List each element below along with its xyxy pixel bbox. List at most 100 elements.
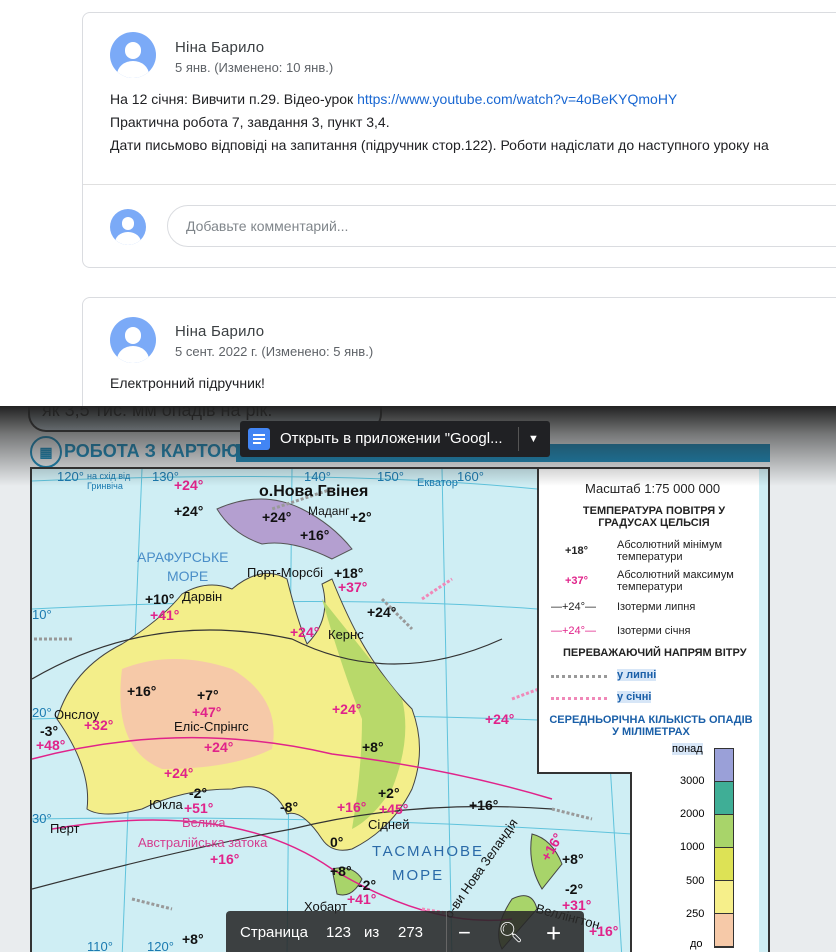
map-label: 20° (32, 705, 52, 720)
avatar (110, 317, 156, 363)
precip-color-band (715, 847, 733, 881)
post-author: Ніна Барило (175, 39, 265, 56)
map-label: 120° (57, 469, 84, 484)
legend-wind-jul-arrow (551, 675, 607, 678)
post-author: Ніна Барило (175, 323, 265, 340)
map-label: Екватор (417, 477, 458, 489)
map-label: +45° (379, 801, 409, 817)
legend-min-symbol: +18° (565, 545, 589, 557)
map-label: +24° (262, 509, 292, 525)
legend-wind-jul: у липні (617, 669, 657, 681)
map-label: -2° (189, 785, 208, 801)
map-label: +51° (184, 800, 214, 816)
post-card: Ніна Барило 5 сент. 2022 г. (Изменено: 5… (82, 297, 836, 406)
precip-color-band (715, 781, 733, 815)
legend-jan-label: Ізотерми січня (617, 625, 691, 637)
map-legend: Масштаб 1:75 000 000 ТЕМПЕРАТУРА ПОВІТРЯ… (537, 469, 759, 774)
zoom-in-icon[interactable]: + (546, 911, 561, 952)
map-label: Кернс (328, 627, 364, 642)
post-date: 5 янв. (Изменено: 10 янв.) (175, 60, 334, 75)
map-label: +24° (174, 503, 204, 519)
map-label: +16° (469, 797, 499, 813)
precip-color-band (715, 814, 733, 848)
comment-input[interactable]: Добавьте комментарий... (167, 205, 836, 247)
page-navigator: Страница 123 из 273 − 🔍︎ + (226, 911, 584, 952)
map-label: Порт-Морсбі (247, 565, 324, 580)
comment-avatar (110, 209, 146, 245)
map-label: +2° (350, 509, 372, 525)
precip-tick: 250 (686, 908, 705, 920)
map-label: -2° (565, 881, 584, 897)
open-in-app-banner[interactable]: Открыть в приложении "Googl... ▼ (240, 421, 550, 457)
legend-max-label: Абсолютний максимум температури (617, 569, 734, 593)
post-text-line: Дати письмово відповіді на запитання (пі… (110, 137, 769, 153)
section-title-text: РОБОТА З КАРТОЮ (64, 440, 240, 461)
legend-wind-title: ПЕРЕВАЖАЮЧИЙ НАПРЯМ ВІТРУ (563, 647, 747, 659)
map-label: +24° (367, 604, 397, 620)
post-text-line: Електронний підручник! (110, 375, 265, 391)
google-docs-icon (248, 428, 270, 450)
map-label: Еліс-Спрінгс (174, 719, 249, 734)
divider (83, 184, 836, 185)
map-label: +24° (485, 711, 515, 727)
open-in-app-label: Открыть в приложении "Googl... (280, 430, 503, 447)
map-label: МОРЕ (392, 867, 445, 884)
map-icon: ▦ (30, 436, 62, 468)
map-label: -3° (40, 723, 59, 739)
map-label: -8° (280, 799, 299, 815)
precip-color-band (715, 913, 733, 947)
post-card: Ніна Барило 5 янв. (Изменено: 10 янв.) Н… (82, 12, 836, 268)
map-label: Перт (50, 821, 80, 836)
map-label: +16° (337, 799, 367, 815)
map-label: АРАФУРСЬКЕ (137, 549, 229, 565)
map-label: +10° (145, 591, 175, 607)
map-label: +48° (36, 737, 66, 753)
map-label: +16° (589, 923, 619, 939)
map-label: +24° (164, 765, 194, 781)
map-label: Австралійська затока (138, 835, 268, 850)
precip-tick: 500 (686, 875, 705, 887)
map-label: +8° (330, 863, 352, 879)
precip-scale: понад 3000 2000 1000 500 250 до (630, 743, 759, 952)
map-label: 140° (304, 469, 331, 484)
map-label: Маданг (308, 504, 350, 518)
legend-precip-title: СЕРЕДНЬОРІЧНА КІЛЬКІСТЬ ОПАДІВ У МІЛІМЕТ… (549, 714, 753, 738)
legend-jul-label: Ізотерми липня (617, 601, 696, 613)
precip-color-band (715, 880, 733, 914)
map-label: +16° (127, 683, 157, 699)
map-label: +41° (150, 607, 180, 623)
map-label: о.Нова Гвінея (259, 483, 369, 500)
map-label: +24° (204, 739, 234, 755)
map-label: 150° (377, 469, 404, 484)
zoom-icon[interactable]: 🔍︎ (498, 911, 523, 952)
map-label: 10° (32, 607, 52, 622)
map-label: 0° (330, 834, 344, 850)
legend-scale: Масштаб 1:75 000 000 (585, 481, 721, 496)
chevron-down-icon[interactable]: ▼ (528, 421, 539, 457)
map-label: МОРЕ (167, 568, 209, 584)
precip-tick: 1000 (680, 841, 705, 853)
map-label: +24° (332, 701, 362, 717)
map-label: Дарвін (182, 589, 223, 604)
zoom-out-icon[interactable]: − (458, 911, 471, 952)
classroom-feed: Ніна Барило 5 янв. (Изменено: 10 янв.) Н… (0, 0, 836, 406)
legend-wind-jan-arrow (551, 697, 607, 700)
map-label: Сідней (368, 817, 410, 832)
precip-tick: до (690, 938, 703, 950)
youtube-link[interactable]: https://www.youtube.com/watch?v=4oBeKYQm… (357, 91, 677, 107)
map-label: +32° (84, 717, 114, 733)
page-total: 273 (398, 924, 424, 941)
section-title: ▦ РОБОТА З КАРТОЮ (30, 436, 240, 468)
page-of: из (364, 924, 380, 941)
page-number[interactable]: 123 (326, 911, 351, 952)
map-label: +47° (192, 704, 222, 720)
pdf-viewer[interactable]: як 3,5 тис. мм опадів на рік. ▦ РОБОТА З … (0, 406, 836, 952)
legend-max-symbol: +37° (565, 575, 589, 587)
precip-tick: 2000 (680, 808, 705, 820)
map-label: Велика (182, 815, 226, 830)
map-label: +7° (197, 687, 219, 703)
legend-min-label: Абсолютний мінімум температури (617, 539, 723, 563)
map-label: +24° (174, 477, 204, 493)
post-text-line: Практична робота 7, завдання 3, пункт 3,… (110, 114, 390, 130)
precip-color-bar (714, 748, 734, 948)
